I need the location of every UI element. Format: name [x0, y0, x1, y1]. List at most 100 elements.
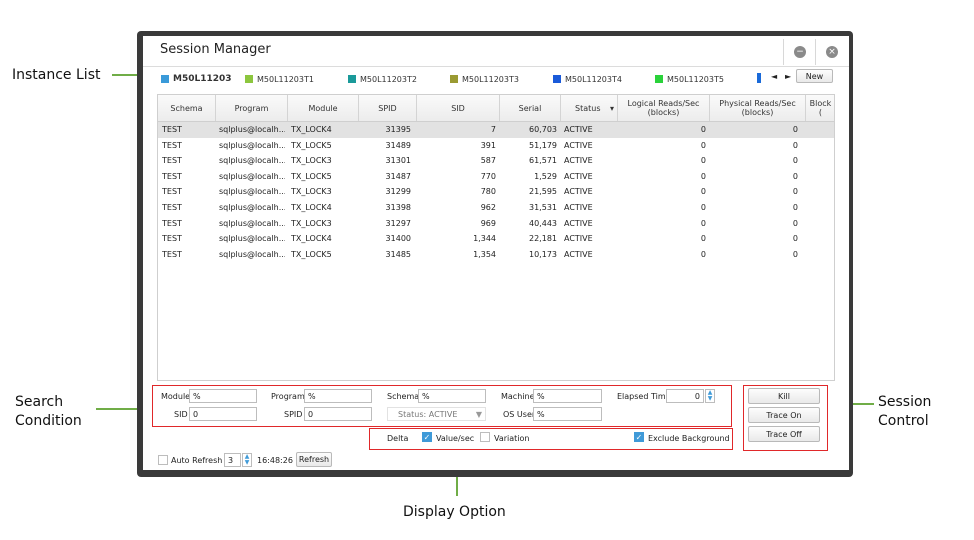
annotation-display-option: Display Option: [403, 504, 506, 520]
column-header[interactable]: Module: [288, 95, 359, 121]
schema-label: Schema: [387, 392, 420, 401]
sid-input[interactable]: 0: [189, 407, 257, 421]
instance-tab-2[interactable]: M50L11203T2: [348, 72, 417, 86]
sort-dropdown-icon[interactable]: ▾: [610, 104, 614, 113]
table-row[interactable]: TEST sqlplus@localh... TX_LOCK4 31395 7 60,70…: [158, 122, 834, 138]
table-cell: ACTIVE: [564, 234, 593, 244]
sid-label: SID: [174, 410, 188, 419]
table-cell: 31487: [385, 171, 411, 181]
instance-tab-0[interactable]: M50L11203: [161, 72, 232, 86]
instance-tab-1[interactable]: M50L11203T1: [245, 72, 314, 86]
prev-instance-icon[interactable]: ◄: [771, 72, 777, 81]
close-button[interactable]: ×: [815, 39, 848, 65]
program-label: Program: [271, 392, 305, 401]
instance-color-swatch: [553, 75, 561, 83]
kill-button[interactable]: Kill: [748, 388, 820, 404]
table-cell: sqlplus@localh...: [219, 156, 285, 166]
elapsed-time-stepper[interactable]: ▲ ▼: [705, 389, 715, 403]
table-cell: TEST: [162, 218, 182, 228]
title-divider: [143, 66, 849, 67]
instance-color-swatch: [450, 75, 458, 83]
table-cell: 587: [480, 156, 496, 166]
program-input[interactable]: %: [304, 389, 372, 403]
variation-checkbox[interactable]: [480, 432, 490, 442]
table-cell: sqlplus@localh...: [219, 249, 285, 259]
table-row[interactable]: TEST sqlplus@localh... TX_LOCK3 31299 780 21,…: [158, 184, 834, 200]
next-instance-icon[interactable]: ►: [785, 72, 791, 81]
elapsed-time-input[interactable]: 0: [666, 389, 704, 403]
os-user-input[interactable]: %: [533, 407, 602, 421]
column-header[interactable]: Logical Reads/Sec (blocks): [618, 95, 710, 121]
column-header[interactable]: Program: [216, 95, 288, 121]
annotation-search-condition: Search Condition: [15, 394, 82, 429]
annotation-session-control: Session Control: [878, 394, 932, 429]
refresh-button[interactable]: Refresh: [296, 452, 332, 467]
instance-tab-label: M50L11203T4: [565, 74, 622, 84]
table-cell: 0: [700, 249, 706, 259]
table-cell: TX_LOCK3: [291, 187, 332, 197]
table-cell: TEST: [162, 234, 182, 244]
spid-label: SPID: [284, 410, 303, 419]
table-cell: sqlplus@localh...: [219, 218, 285, 228]
column-header[interactable]: Status ▾: [561, 95, 618, 121]
column-header[interactable]: SID: [417, 95, 500, 121]
table-row[interactable]: TEST sqlplus@localh... TX_LOCK4 31400 1,344 2…: [158, 231, 834, 247]
exclude-background-checkbox[interactable]: ✓: [634, 432, 644, 442]
trace-off-button[interactable]: Trace Off: [748, 426, 820, 442]
table-row[interactable]: TEST sqlplus@localh... TX_LOCK5 31487 770 1,5…: [158, 169, 834, 185]
delta-label: Delta: [387, 434, 409, 443]
table-row[interactable]: TEST sqlplus@localh... TX_LOCK3 31297 969 40,…: [158, 216, 834, 232]
auto-refresh-checkbox[interactable]: [158, 455, 168, 465]
table-cell: 22,181: [529, 234, 557, 244]
instance-color-swatch: [245, 75, 253, 83]
table-cell: 51,179: [529, 140, 557, 150]
table-cell: 0: [792, 156, 798, 166]
refresh-time: 16:48:26: [257, 456, 293, 465]
spid-input[interactable]: 0: [304, 407, 372, 421]
column-header[interactable]: Schema: [158, 95, 216, 121]
module-label: Module: [161, 392, 191, 401]
machine-input[interactable]: %: [533, 389, 602, 403]
table-cell: 0: [700, 203, 706, 212]
table-cell: 0: [700, 187, 706, 197]
table-cell: 60,703: [529, 125, 557, 134]
schema-input[interactable]: %: [418, 389, 486, 403]
instance-tab-5[interactable]: M50L11203T5: [655, 72, 724, 86]
instance-tab-label: M50L11203: [173, 74, 232, 84]
minimize-button[interactable]: −: [783, 39, 816, 65]
instance-tab-4[interactable]: M50L11203T4: [553, 72, 622, 86]
column-header[interactable]: Serial: [500, 95, 561, 121]
status-select-value: Status: ACTIVE: [398, 410, 458, 419]
table-row[interactable]: TEST sqlplus@localh... TX_LOCK5 31485 1,354 1…: [158, 247, 834, 263]
value-sec-checkbox[interactable]: ✓: [422, 432, 432, 442]
new-button[interactable]: New: [796, 69, 833, 83]
table-row[interactable]: TEST sqlplus@localh... TX_LOCK3 31301 587 61,…: [158, 153, 834, 169]
table-row[interactable]: TEST sqlplus@localh... TX_LOCK5 31489 391 51,…: [158, 138, 834, 154]
column-header[interactable]: SPID: [359, 95, 417, 121]
close-circle-icon: ×: [826, 46, 838, 58]
instance-color-swatch: [161, 75, 169, 83]
table-cell: sqlplus@localh...: [219, 187, 285, 197]
auto-refresh-interval-input[interactable]: 3: [224, 453, 241, 467]
table-cell: 61,571: [529, 156, 557, 166]
table-cell: 10,173: [529, 249, 557, 259]
instance-tab-3[interactable]: M50L11203T3: [450, 72, 519, 86]
auto-refresh-stepper[interactable]: ▲ ▼: [242, 453, 252, 467]
annotation-instance-list: Instance List: [12, 67, 101, 83]
status-select[interactable]: Status: ACTIVE ▼: [387, 407, 486, 421]
table-cell: TX_LOCK4: [291, 234, 332, 244]
table-cell: 0: [792, 171, 798, 181]
session-manager-window: Session Manager − × M50L11203 M50L11203T…: [143, 36, 849, 470]
table-cell: ACTIVE: [564, 140, 593, 150]
instance-color-swatch: [348, 75, 356, 83]
column-header[interactable]: Block (: [806, 95, 834, 121]
table-cell: ACTIVE: [564, 249, 593, 259]
table-row[interactable]: TEST sqlplus@localh... TX_LOCK4 31398 962 31,…: [158, 200, 834, 216]
table-cell: 969: [480, 218, 496, 228]
session-table[interactable]: Schema Program Module SPID SID Serial Status ▾ L…: [157, 94, 835, 381]
module-input[interactable]: %: [189, 389, 257, 403]
column-header[interactable]: Physical Reads/Sec (blocks): [710, 95, 806, 121]
trace-on-button[interactable]: Trace On: [748, 407, 820, 423]
table-cell: ACTIVE: [564, 125, 593, 134]
table-cell: 0: [792, 140, 798, 150]
